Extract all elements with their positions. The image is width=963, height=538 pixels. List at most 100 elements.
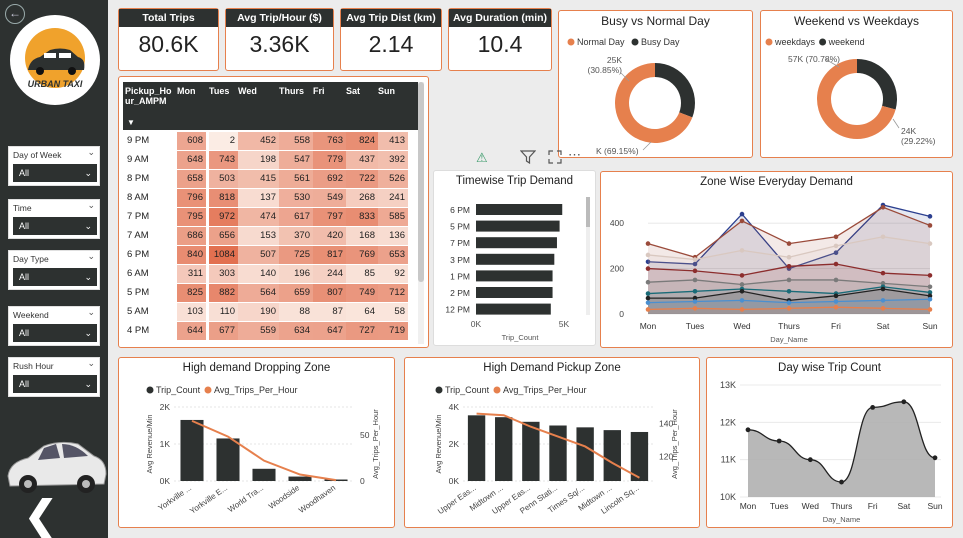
column-header[interactable]: Sat — [346, 86, 360, 96]
time-select[interactable]: All ⌄ — [13, 217, 97, 235]
tick-label: 11K — [721, 455, 736, 465]
table-cell: 58 — [378, 303, 408, 321]
day-wise-card: Day wise Trip Count 10K 11K 12K 13K Mon Tues W… — [706, 357, 953, 528]
table-cell: 526 — [378, 170, 408, 188]
table-cell: 658 — [177, 170, 206, 188]
table-cell: 413 — [378, 132, 408, 150]
table-row[interactable]: 9 PM 608 2 452 558 763 824 413 — [123, 132, 418, 150]
taxi-logo-icon: URBAN TAXI — [25, 28, 85, 89]
pickup-hour-matrix[interactable]: Pickup_Hour_AMPM ▼ Mon Tues Wed Thurs Fri Sat Su… — [123, 82, 418, 344]
column-header[interactable]: Wed — [238, 86, 257, 96]
data-point — [645, 300, 651, 305]
legend-label: Busy Day — [641, 37, 680, 47]
data-point — [692, 306, 698, 311]
column-header[interactable]: Tues — [209, 86, 229, 96]
bar — [476, 270, 553, 282]
chevron-down-icon[interactable]: ⌄ — [87, 147, 95, 158]
sort-descending-icon[interactable]: ▼ — [127, 118, 135, 127]
table-cell: 659 — [279, 284, 313, 302]
scrollbar-thumb — [586, 197, 590, 227]
table-cell: 647 — [313, 322, 346, 340]
bar — [476, 220, 560, 232]
table-row[interactable]: 7 PM 795 972 474 617 797 833 585 — [123, 208, 418, 226]
select-value: All — [19, 272, 30, 282]
weekend-select[interactable]: All ⌄ — [13, 324, 97, 342]
collapse-chevron-left-icon[interactable]: ❮ — [24, 496, 58, 536]
warning-icon[interactable]: ⚠ — [476, 150, 488, 166]
row-header-label[interactable]: Pickup_Hour_AMPM — [125, 86, 175, 106]
filter-icon[interactable] — [519, 150, 537, 167]
data-label: K (69.15%) — [596, 146, 639, 156]
day-wise-area-chart[interactable]: 10K 11K 12K 13K Mon Tues Wed Thurs Fri Sat Sun Day_… — [707, 358, 954, 529]
table-row[interactable]: 9 AM 648 743 198 547 779 437 392 — [123, 151, 418, 169]
row-label: 8 PM — [127, 173, 150, 184]
column-header[interactable]: Fri — [313, 86, 325, 96]
data-point — [833, 261, 839, 267]
bar — [476, 204, 563, 215]
table-row[interactable]: 8 AM 796 818 137 530 549 268 241 — [123, 189, 418, 207]
focus-mode-icon[interactable] — [548, 150, 562, 167]
day-type-select[interactable]: All ⌄ — [13, 268, 97, 286]
kpi-value: 10.4 — [477, 31, 523, 57]
data-point — [927, 241, 933, 246]
table-row[interactable]: 7 AM 686 656 153 370 420 168 136 — [123, 227, 418, 245]
timewise-bar-chart[interactable]: 6 PM 5 PM 7 PM 3 PM 1 PM 2 PM 12 PM0K 5K Trip_Co… — [434, 171, 597, 347]
dropping-zone-card: High demand Dropping Zone Trip_Count Avg_… — [118, 357, 395, 528]
column-header[interactable]: Sun — [378, 86, 395, 96]
more-options-icon[interactable]: ⋯ — [568, 147, 582, 163]
legend-label: Avg_Trips_Per_Hour — [503, 385, 587, 395]
table-cell: 608 — [177, 132, 206, 150]
table-cell: 797 — [313, 208, 346, 226]
tick-label: 200 — [610, 264, 624, 274]
back-arrow-icon[interactable]: ← — [5, 4, 25, 24]
axis-label: Avg_Trips_Per_Hour — [371, 409, 380, 479]
table-row[interactable]: 6 AM 311 303 140 196 244 85 92 — [123, 265, 418, 283]
table-cell: 136 — [378, 227, 408, 245]
kpi-avg-duration: Avg Duration (min) 10.4 — [448, 8, 552, 71]
column-header[interactable]: Mon — [177, 86, 196, 96]
category-label: Woodside — [267, 483, 302, 511]
table-cell: 644 — [177, 322, 206, 340]
table-cell: 825 — [177, 284, 206, 302]
chevron-down-icon[interactable]: ⌄ — [87, 358, 95, 369]
donut-slice — [655, 63, 695, 118]
table-row[interactable]: 4 PM 644 677 559 634 647 727 719 — [123, 322, 418, 340]
chevron-down-icon[interactable]: ⌄ — [87, 251, 95, 262]
leader-line — [892, 118, 900, 129]
table-row[interactable]: 5 AM 103 110 190 88 87 64 58 — [123, 303, 418, 321]
data-point — [739, 288, 745, 294]
busy-vs-normal-donut[interactable]: Normal Day Busy Day 25K(30.85%) K (69.15%) — [559, 11, 754, 159]
data-point — [880, 306, 886, 311]
chevron-down-icon[interactable]: ⌄ — [87, 200, 95, 211]
table-cell: 769 — [346, 246, 378, 264]
filter-rush-hour: Rush Hour ⌄ All ⌄ — [8, 357, 100, 397]
car-image — [7, 441, 107, 493]
weekend-vs-weekdays-donut[interactable]: weekdays weekend 57K (70.78%) 24K(29.22%) — [761, 11, 954, 159]
zone-wise-area-chart[interactable]: 0 200 400 Mon Tues Wed Thurs Fri Sat Sun Day_Name — [601, 172, 954, 349]
scrollbar-thumb[interactable] — [418, 82, 424, 282]
rush-hour-select[interactable]: All ⌄ — [13, 375, 97, 393]
chevron-down-icon[interactable]: ⌄ — [87, 307, 95, 318]
matrix-scrollbar[interactable] — [418, 82, 424, 344]
table-row[interactable]: 5 PM 825 882 564 659 807 749 712 — [123, 284, 418, 302]
table-row[interactable]: 8 PM 658 503 415 561 692 722 526 — [123, 170, 418, 188]
leader-line — [642, 141, 652, 151]
row-label: 9 PM — [127, 135, 150, 146]
table-row[interactable]: 6 PM 840 1084 507 725 817 769 653 — [123, 246, 418, 264]
table-cell: 749 — [346, 284, 378, 302]
day-of-week-select[interactable]: All ⌄ — [13, 164, 97, 182]
filter-day-of-week: Day of Week ⌄ All ⌄ — [8, 146, 100, 186]
pickup-zone-combo-chart[interactable]: Trip_Count Avg_Trips_Per_Hour0K2K4K120140… — [405, 358, 701, 529]
data-point — [645, 241, 651, 246]
column-header[interactable]: Thurs — [279, 86, 304, 96]
filter-label: Rush Hour — [13, 361, 54, 371]
row-label: 6 AM — [127, 268, 149, 279]
bar — [495, 417, 513, 481]
data-point — [833, 299, 839, 304]
kpi-label: Avg Trip Dist (km) — [341, 9, 441, 27]
dropping-zone-combo-chart[interactable]: Trip_Count Avg_Trips_Per_Hour 0K 1K 2K 0 50 Yor… — [119, 358, 396, 529]
data-point — [932, 455, 938, 461]
data-point — [807, 457, 813, 463]
bar — [522, 421, 540, 481]
chevron-down-icon: ⌄ — [84, 168, 92, 178]
